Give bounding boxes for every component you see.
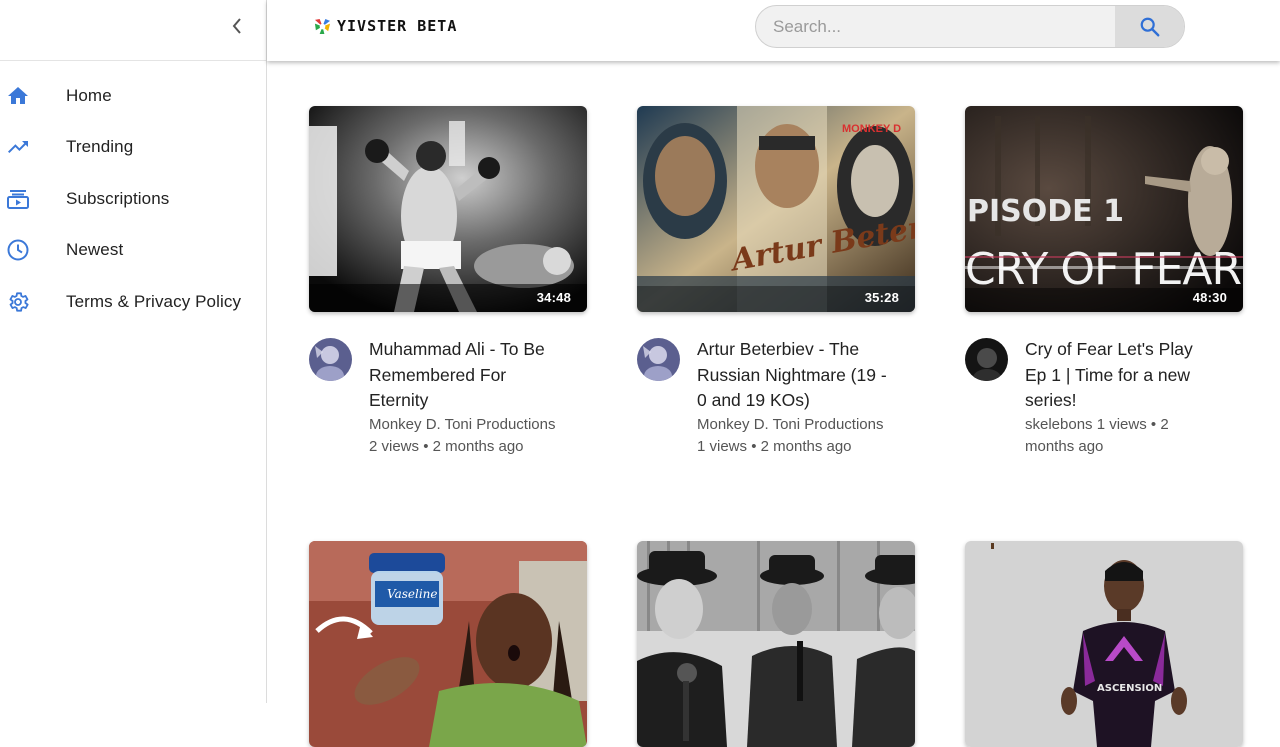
thumbnail-brand: MONKEY D (842, 123, 901, 135)
sidebar-item-terms[interactable]: Terms & Privacy Policy (0, 276, 266, 328)
video-card[interactable]: 34:48 Muhammad Ali - To Be Remembered Fo… (309, 106, 587, 459)
video-stats: skelebons 1 views • 2 months ago (1025, 415, 1169, 456)
home-icon (0, 84, 66, 108)
video-duration: 35:28 (864, 290, 899, 305)
channel-name[interactable]: Monkey D. Toni Productions (369, 416, 555, 433)
fighter-thumbnail-image: Artur Beterbiev MONKEY D (637, 106, 915, 312)
logo-icon (314, 18, 331, 34)
subscriptions-icon (0, 187, 66, 211)
jersey-thumbnail-image: ASCENSION (965, 541, 1243, 747)
sidebar-item-label: Trending (66, 137, 134, 157)
view-count: 1 views (697, 438, 748, 455)
video-title[interactable]: Muhammad Ali - To Be Remembered For Eter… (369, 337, 559, 414)
video-thumbnail[interactable]: PISODE 1 CRY OF FEAR 48:30 (965, 106, 1243, 312)
video-card[interactable]: PISODE 1 CRY OF FEAR 48:30 Cry of Fear L… (965, 106, 1243, 459)
video-duration: 34:48 (536, 290, 571, 305)
video-meta-text: Muhammad Ali - To Be Remembered For Eter… (369, 337, 559, 459)
video-card[interactable] (637, 541, 915, 747)
sidebar-item-label: Terms & Privacy Policy (66, 291, 242, 311)
video-meta: Muhammad Ali - To Be Remembered For Eter… (309, 337, 587, 459)
search-bar (755, 5, 1185, 48)
sidebar-item-label: Newest (66, 240, 124, 260)
video-stats: Monkey D. Toni Productions 2 views • 2 m… (369, 415, 556, 456)
video-thumbnail[interactable]: ASCENSION (965, 541, 1243, 747)
channel-name[interactable]: Monkey D. Toni Productions (697, 416, 883, 433)
sidebar-header (0, 0, 266, 61)
upload-age: 2 months ago (432, 438, 524, 455)
sidebar-item-trending[interactable]: Trending (0, 122, 266, 174)
video-stats: Monkey D. Toni Productions 1 views • 2 m… (697, 415, 884, 456)
channel-avatar[interactable] (965, 338, 1008, 381)
sidebar-item-home[interactable]: Home (0, 70, 266, 122)
app-logo[interactable]: YIVSTER BETA (314, 17, 457, 35)
video-card[interactable]: Artur Beterbiev MONKEY D 35:28 Artur Bet… (637, 106, 915, 459)
video-duration: 48:30 (1192, 290, 1227, 305)
channel-name[interactable]: skelebons (1025, 416, 1093, 433)
trending-icon (0, 135, 66, 159)
thumbnail-text: Vaseline (387, 587, 437, 601)
thumbnail-text: ASCENSION (1097, 683, 1162, 694)
gear-icon (0, 290, 66, 314)
app-title: YIVSTER BETA (337, 17, 458, 35)
video-meta-text: Cry of Fear Let's Play Ep 1 | Time for a… (1025, 337, 1215, 459)
top-header: YIVSTER BETA (267, 0, 1280, 61)
thumbnail-text: CRY OF FEAR (965, 244, 1241, 295)
video-meta-text: Artur Beterbiev - The Russian Nightmare … (697, 337, 887, 459)
boxing-thumbnail-image (309, 106, 587, 312)
clock-icon (0, 238, 66, 262)
search-button[interactable] (1115, 6, 1184, 47)
sidebar-item-subscriptions[interactable]: Subscriptions (0, 173, 266, 225)
sidebar-item-label: Subscriptions (66, 188, 170, 208)
view-count: 1 views (1096, 415, 1147, 433)
video-title[interactable]: Cry of Fear Let's Play Ep 1 | Time for a… (1025, 337, 1215, 414)
singers-thumbnail-image (637, 541, 915, 747)
sidebar-nav: Home Trending Subscriptions Newest Terms… (0, 61, 266, 328)
video-meta: Artur Beterbiev - The Russian Nightmare … (637, 337, 915, 459)
channel-avatar[interactable] (309, 338, 352, 381)
sidebar: Home Trending Subscriptions Newest Terms… (0, 0, 267, 703)
video-thumbnail[interactable]: Vaseline (309, 541, 587, 747)
search-icon (1140, 17, 1159, 36)
video-thumbnail[interactable] (637, 541, 915, 747)
video-title[interactable]: Artur Beterbiev - The Russian Nightmare … (697, 337, 887, 414)
sidebar-item-newest[interactable]: Newest (0, 225, 266, 277)
horror-game-thumbnail-image: PISODE 1 CRY OF FEAR (965, 106, 1243, 312)
chevron-left-icon (232, 18, 241, 34)
search-input[interactable] (756, 6, 1115, 47)
vaseline-thumbnail-image: Vaseline (309, 541, 587, 747)
collapse-sidebar-button[interactable] (226, 14, 248, 38)
thumbnail-text: PISODE 1 (967, 194, 1124, 229)
video-meta: Cry of Fear Let's Play Ep 1 | Time for a… (965, 337, 1243, 459)
video-thumbnail[interactable]: Artur Beterbiev MONKEY D 35:28 (637, 106, 915, 312)
sidebar-item-label: Home (66, 85, 112, 105)
view-count: 2 views (369, 438, 420, 455)
video-thumbnail[interactable]: 34:48 (309, 106, 587, 312)
channel-avatar[interactable] (637, 338, 680, 381)
upload-age: 2 months ago (760, 438, 852, 455)
video-card[interactable]: ASCENSION (965, 541, 1243, 747)
video-card[interactable]: Vaseline (309, 541, 587, 747)
